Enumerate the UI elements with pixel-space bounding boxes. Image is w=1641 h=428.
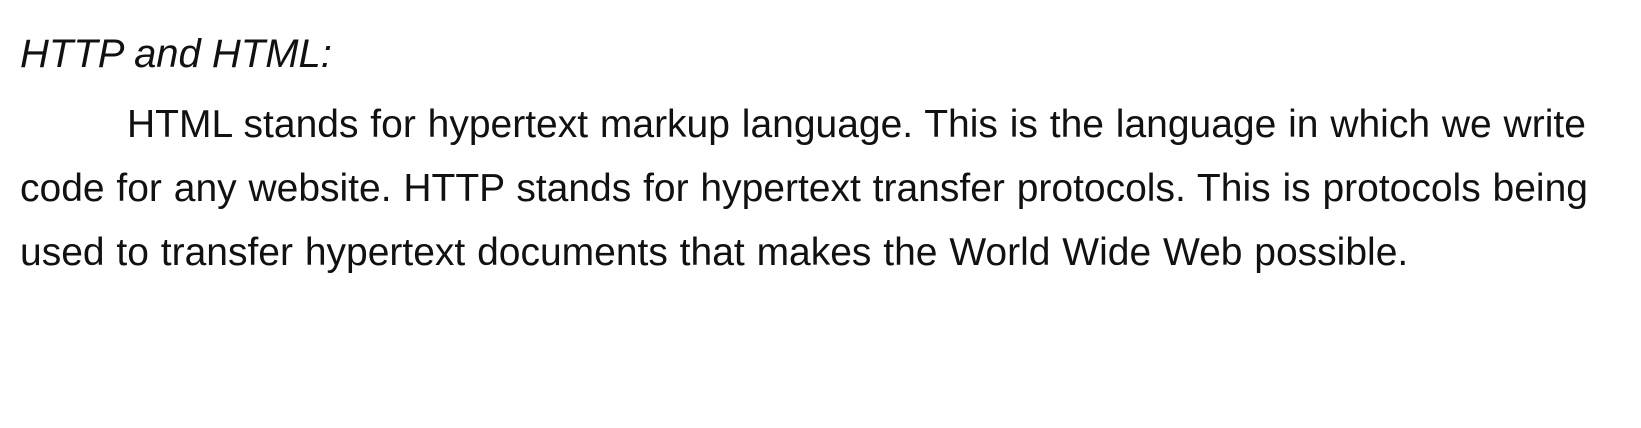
document-content: HTTP and HTML: HTML stands for hypertext…: [20, 25, 1630, 285]
section-heading: HTTP and HTML:: [20, 32, 332, 76]
document-page: HTTP and HTML: HTML stands for hypertext…: [0, 0, 1641, 428]
body-paragraph: HTML stands for hypertext markup languag…: [20, 103, 1588, 274]
